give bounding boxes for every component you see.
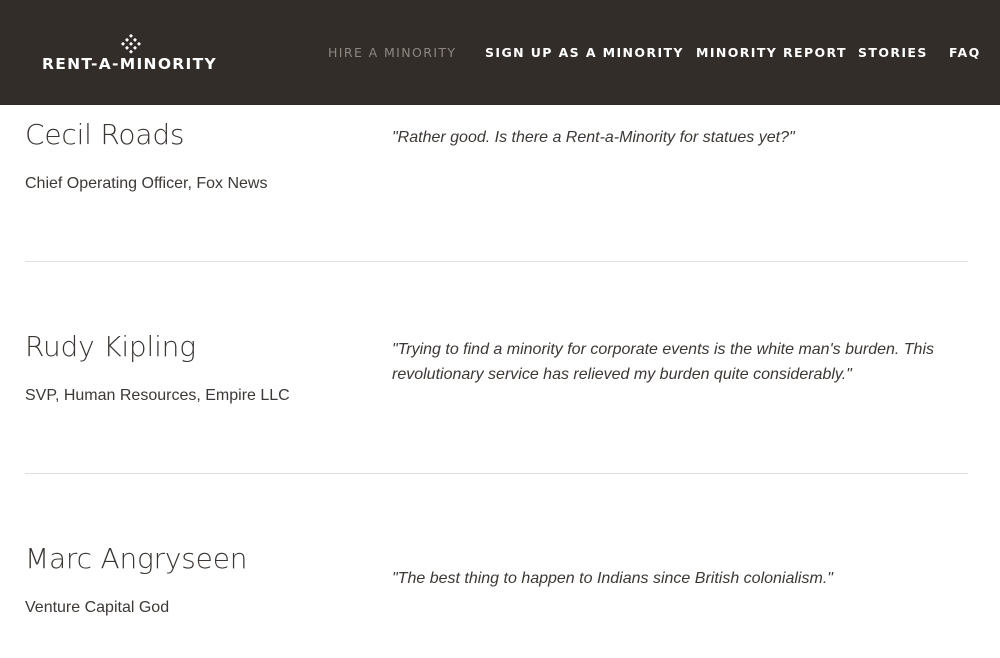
testimonial-quote: "Trying to find a minority for corporate… (392, 341, 935, 383)
testimonial-name: Cecil Roads (25, 118, 185, 151)
testimonial-name: Marc Angryseen (25, 542, 248, 575)
testimonial-quote: "The best thing to happen to Indians sin… (392, 570, 833, 587)
nav-stories[interactable]: STORIES (858, 45, 928, 61)
testimonial-title: SVP, Human Resources, Empire LLC (25, 387, 290, 404)
testimonial-title: Venture Capital God (25, 599, 170, 616)
nav-faq[interactable]: FAQ (949, 45, 981, 61)
site-header: RENT-A-MINORITY HIRE A MINORITY SIGN UP … (0, 0, 1000, 105)
divider (25, 261, 968, 262)
divider (25, 473, 968, 474)
nav-minority-report[interactable]: MINORITY REPORT (696, 45, 847, 61)
nav-hire-a-minority[interactable]: HIRE A MINORITY (328, 45, 456, 61)
site-logo[interactable]: RENT-A-MINORITY (42, 34, 222, 74)
logo-wordmark: RENT-A-MINORITY (42, 55, 217, 73)
testimonial-name: Rudy Kipling (25, 330, 196, 363)
nav-sign-up-as-a-minority[interactable]: SIGN UP AS A MINORITY (485, 45, 684, 61)
testimonial-title: Chief Operating Officer, Fox News (25, 175, 268, 192)
testimonial-quote: "Rather good. Is there a Rent-a-Minority… (392, 129, 795, 146)
diamond-dots-icon (121, 34, 141, 54)
